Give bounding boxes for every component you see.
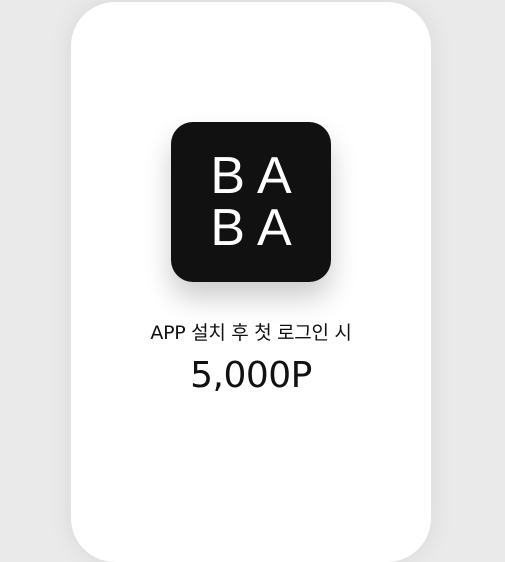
logo-text-line-1: BA: [210, 147, 304, 205]
app-logo-icon: BA BA: [171, 122, 331, 282]
promo-card: BA BA APP 설치 후 첫 로그인 시 5,000P: [71, 2, 431, 562]
promo-caption: APP 설치 후 첫 로그인 시: [150, 322, 352, 344]
logo-text-line-2: BA: [210, 199, 304, 257]
reward-points: 5,000P: [190, 355, 312, 396]
